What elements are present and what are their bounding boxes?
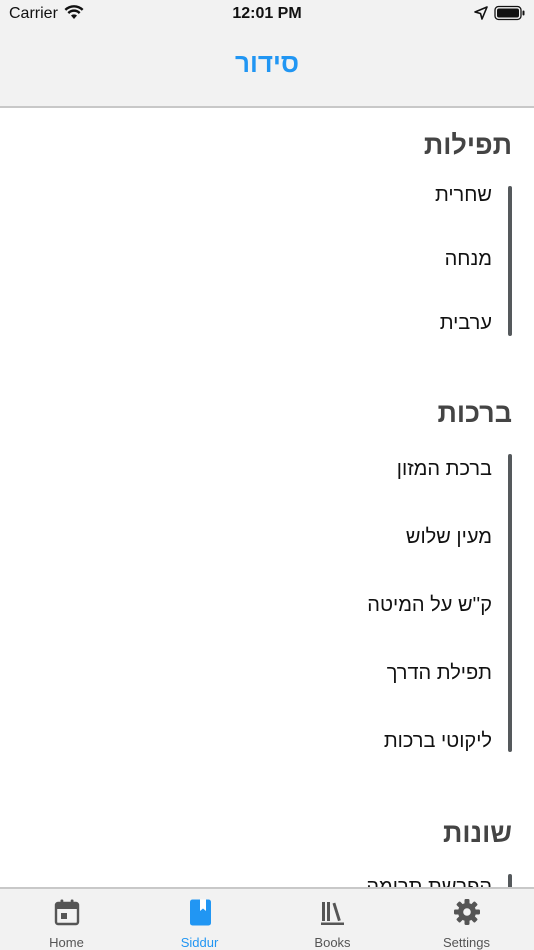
calendar-icon: [52, 897, 82, 927]
list-item[interactable]: הפרשת תרומה: [366, 876, 492, 887]
gear-icon: [452, 897, 482, 927]
siddur-list[interactable]: תפילות שחרית מנחה ערבית ברכות ברכת המזון…: [0, 110, 534, 887]
list-item[interactable]: שחרית: [435, 184, 492, 207]
tab-books[interactable]: Books: [266, 889, 399, 950]
location-arrow-icon: [474, 6, 488, 25]
section-blessings: ברכות ברכת המזון מעין שלוש ק''ש על המיטה…: [32, 398, 512, 758]
section-title: תפילות: [423, 130, 512, 160]
list-item[interactable]: מנחה: [445, 248, 492, 271]
list-item[interactable]: ק''ש על המיטה: [367, 594, 492, 617]
library-icon: [318, 897, 348, 927]
status-bar: Carrier 12:01 PM: [0, 0, 534, 28]
page-title: סידור: [235, 48, 299, 78]
clock-label: 12:01 PM: [232, 5, 302, 22]
list-item[interactable]: תפילת הדרך: [387, 662, 492, 685]
book-icon: [185, 897, 215, 927]
tab-label: Books: [314, 935, 351, 950]
section-bar: [508, 874, 512, 887]
tab-label: Home: [49, 935, 84, 950]
list-item[interactable]: ליקוטי ברכות: [384, 730, 492, 753]
section-bar: [508, 186, 512, 336]
list-item[interactable]: ברכת המזון: [397, 458, 492, 481]
tab-label: Siddur: [180, 935, 219, 950]
tab-siddur[interactable]: Siddur: [133, 889, 266, 950]
battery-icon: [494, 5, 526, 26]
section-prayers: תפילות שחרית מנחה ערבית: [32, 130, 512, 340]
tab-bar: Home Siddur Books Settings: [0, 887, 534, 950]
section-title: ברכות: [437, 398, 512, 428]
list-item[interactable]: מעין שלוש: [406, 526, 492, 549]
tab-home[interactable]: Home: [0, 889, 133, 950]
section-bar: [508, 454, 512, 752]
tab-settings[interactable]: Settings: [400, 889, 533, 950]
list-item[interactable]: ערבית: [440, 312, 492, 335]
navigation-bar: סידור: [0, 28, 534, 108]
tab-label: Settings: [443, 935, 490, 950]
section-title: שונות: [442, 818, 512, 848]
section-misc: שונות הפרשת תרומה: [32, 818, 512, 887]
